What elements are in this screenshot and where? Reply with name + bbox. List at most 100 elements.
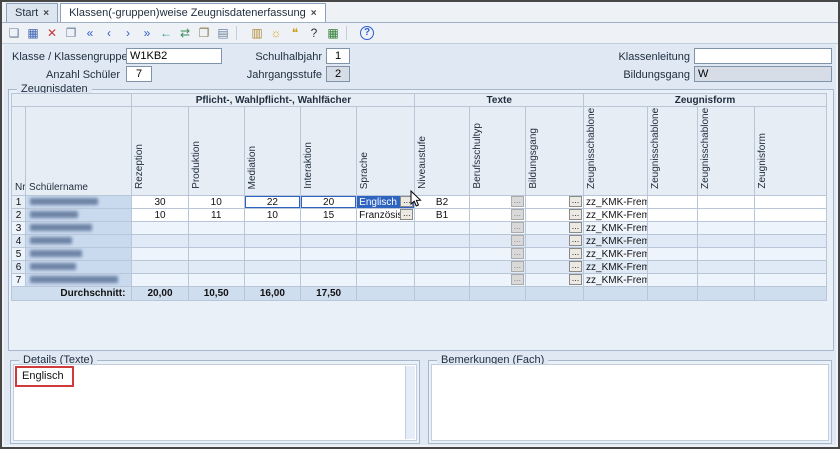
cell-zeugnisschablone-2[interactable] (648, 196, 698, 209)
last-record-icon[interactable]: » (138, 25, 156, 42)
paste-icon[interactable]: ▤ (214, 25, 232, 42)
cell-zeugnisschablone-1[interactable]: zz_KMK-Frem... (584, 209, 648, 222)
cell-interaktion[interactable] (300, 235, 356, 248)
cell-bildungsgang[interactable]: ... (525, 274, 583, 287)
copy-icon[interactable]: ❐ (195, 25, 213, 42)
cell-nr[interactable]: 2 (12, 209, 26, 222)
cell-schuelername[interactable] (26, 274, 132, 287)
save-icon[interactable]: ▦ (24, 25, 42, 42)
ellipsis-button[interactable]: ... (511, 235, 524, 246)
ellipsis-button[interactable]: ... (511, 274, 524, 285)
cell-zeugnisschablone-3[interactable] (698, 222, 754, 235)
cell-zeugnisschablone-3[interactable] (698, 274, 754, 287)
cell-zeugnisschablone-1[interactable]: zz_KMK-Frem... (584, 261, 648, 274)
ellipsis-button[interactable]: ... (511, 248, 524, 259)
ellipsis-button[interactable]: ... (569, 222, 582, 233)
cell-rezeption[interactable] (132, 261, 188, 274)
cell-zeugnisschablone-2[interactable] (648, 261, 698, 274)
ellipsis-button[interactable]: ... (569, 248, 582, 259)
cell-zeugnisschablone-2[interactable] (648, 222, 698, 235)
cell-berufsschultyp[interactable]: ... (469, 209, 525, 222)
tab-start-close-icon[interactable]: × (43, 8, 49, 19)
comment-icon[interactable]: ❝ (286, 25, 304, 42)
cell-berufsschultyp[interactable]: ... (469, 248, 525, 261)
cell-rezeption[interactable]: 30 (132, 196, 188, 209)
cell-niveaustufe[interactable]: B1 (415, 209, 469, 222)
cell-zeugnisschablone-3[interactable] (698, 209, 754, 222)
cell-zeugnisschablone-3[interactable] (698, 235, 754, 248)
cell-produktion[interactable] (188, 222, 244, 235)
cell-niveaustufe[interactable] (415, 222, 469, 235)
ellipsis-button[interactable]: ... (511, 222, 524, 233)
cell-produktion[interactable] (188, 235, 244, 248)
cell-zeugnisform[interactable] (754, 222, 826, 235)
cell-interaktion[interactable] (300, 222, 356, 235)
cell-rezeption[interactable] (132, 222, 188, 235)
cell-nr[interactable]: 7 (12, 274, 26, 287)
cell-berufsschultyp[interactable]: ... (469, 196, 525, 209)
cell-nr[interactable]: 4 (12, 235, 26, 248)
ellipsis-button[interactable]: ... (569, 235, 582, 246)
cell-mediation[interactable] (244, 235, 300, 248)
cell-produktion[interactable]: 10 (188, 196, 244, 209)
ellipsis-button[interactable]: ... (569, 261, 582, 272)
cell-zeugnisschablone-2[interactable] (648, 248, 698, 261)
klassenleitung-input[interactable] (694, 48, 832, 64)
cell-nr[interactable]: 3 (12, 222, 26, 235)
cell-bildungsgang[interactable]: ... (525, 248, 583, 261)
print-icon[interactable]: ▥ (248, 25, 266, 42)
cell-niveaustufe[interactable] (415, 248, 469, 261)
cell-niveaustufe[interactable] (415, 261, 469, 274)
excel-export-icon[interactable]: ▦ (324, 25, 342, 42)
cell-zeugnisschablone-2[interactable] (648, 235, 698, 248)
cell-nr[interactable]: 1 (12, 196, 26, 209)
cell-sprache[interactable]: Englisch... (357, 196, 415, 209)
cell-zeugnisschablone-1[interactable]: zz_KMK-Frem... (584, 235, 648, 248)
cell-zeugnisform[interactable] (754, 261, 826, 274)
cell-mediation[interactable] (244, 222, 300, 235)
cell-interaktion[interactable] (300, 274, 356, 287)
cell-nr[interactable]: 5 (12, 248, 26, 261)
bemerkungen-fach-panel[interactable] (431, 364, 829, 441)
cell-sprache[interactable]: Französisch... (357, 209, 415, 222)
tab-zeugnisdatenerfassung[interactable]: Klassen(-gruppen)weise Zeugnisdatenerfas… (60, 3, 325, 22)
cell-bildungsgang[interactable]: ... (525, 261, 583, 274)
cell-zeugnisschablone-1[interactable]: zz_KMK-Frem... (584, 196, 648, 209)
cell-zeugnisschablone-2[interactable] (648, 209, 698, 222)
cell-zeugnisschablone-1[interactable]: zz_KMK-Frem... (584, 222, 648, 235)
cell-zeugnisform[interactable] (754, 235, 826, 248)
klasse-input[interactable] (126, 48, 222, 64)
cell-sprache[interactable] (357, 248, 415, 261)
cell-zeugnisform[interactable] (754, 248, 826, 261)
cell-berufsschultyp[interactable]: ... (469, 274, 525, 287)
cell-sprache[interactable] (357, 274, 415, 287)
cell-produktion[interactable] (188, 274, 244, 287)
cell-zeugnisschablone-3[interactable] (698, 248, 754, 261)
ellipsis-button[interactable]: ... (511, 209, 524, 220)
cell-zeugnisform[interactable] (754, 196, 826, 209)
anzahl-schueler-input[interactable] (126, 66, 152, 82)
details-selected-subject[interactable]: Englisch (15, 366, 74, 387)
cell-rezeption[interactable] (132, 274, 188, 287)
ellipsis-button[interactable]: ... (511, 261, 524, 272)
cell-nr[interactable]: 6 (12, 261, 26, 274)
cell-produktion[interactable]: 11 (188, 209, 244, 222)
cell-sprache[interactable] (357, 222, 415, 235)
info-icon[interactable]: ? (360, 26, 374, 40)
details-scrollbar[interactable] (405, 366, 415, 439)
prev-record-icon[interactable]: ‹ (100, 25, 118, 42)
cell-bildungsgang[interactable]: ... (525, 222, 583, 235)
cell-berufsschultyp[interactable]: ... (469, 222, 525, 235)
ellipsis-button[interactable]: ... (569, 209, 582, 220)
cell-schuelername[interactable] (26, 196, 132, 209)
cell-produktion[interactable] (188, 248, 244, 261)
cell-rezeption[interactable] (132, 248, 188, 261)
lightbulb-icon[interactable]: ☼ (267, 25, 285, 42)
cell-schuelername[interactable] (26, 222, 132, 235)
first-record-icon[interactable]: « (81, 25, 99, 42)
cell-mediation[interactable] (244, 261, 300, 274)
ellipsis-button[interactable]: ... (569, 196, 582, 207)
cell-zeugnisschablone-1[interactable]: zz_KMK-Frem... (584, 248, 648, 261)
cell-zeugnisform[interactable] (754, 209, 826, 222)
cell-niveaustufe[interactable] (415, 235, 469, 248)
